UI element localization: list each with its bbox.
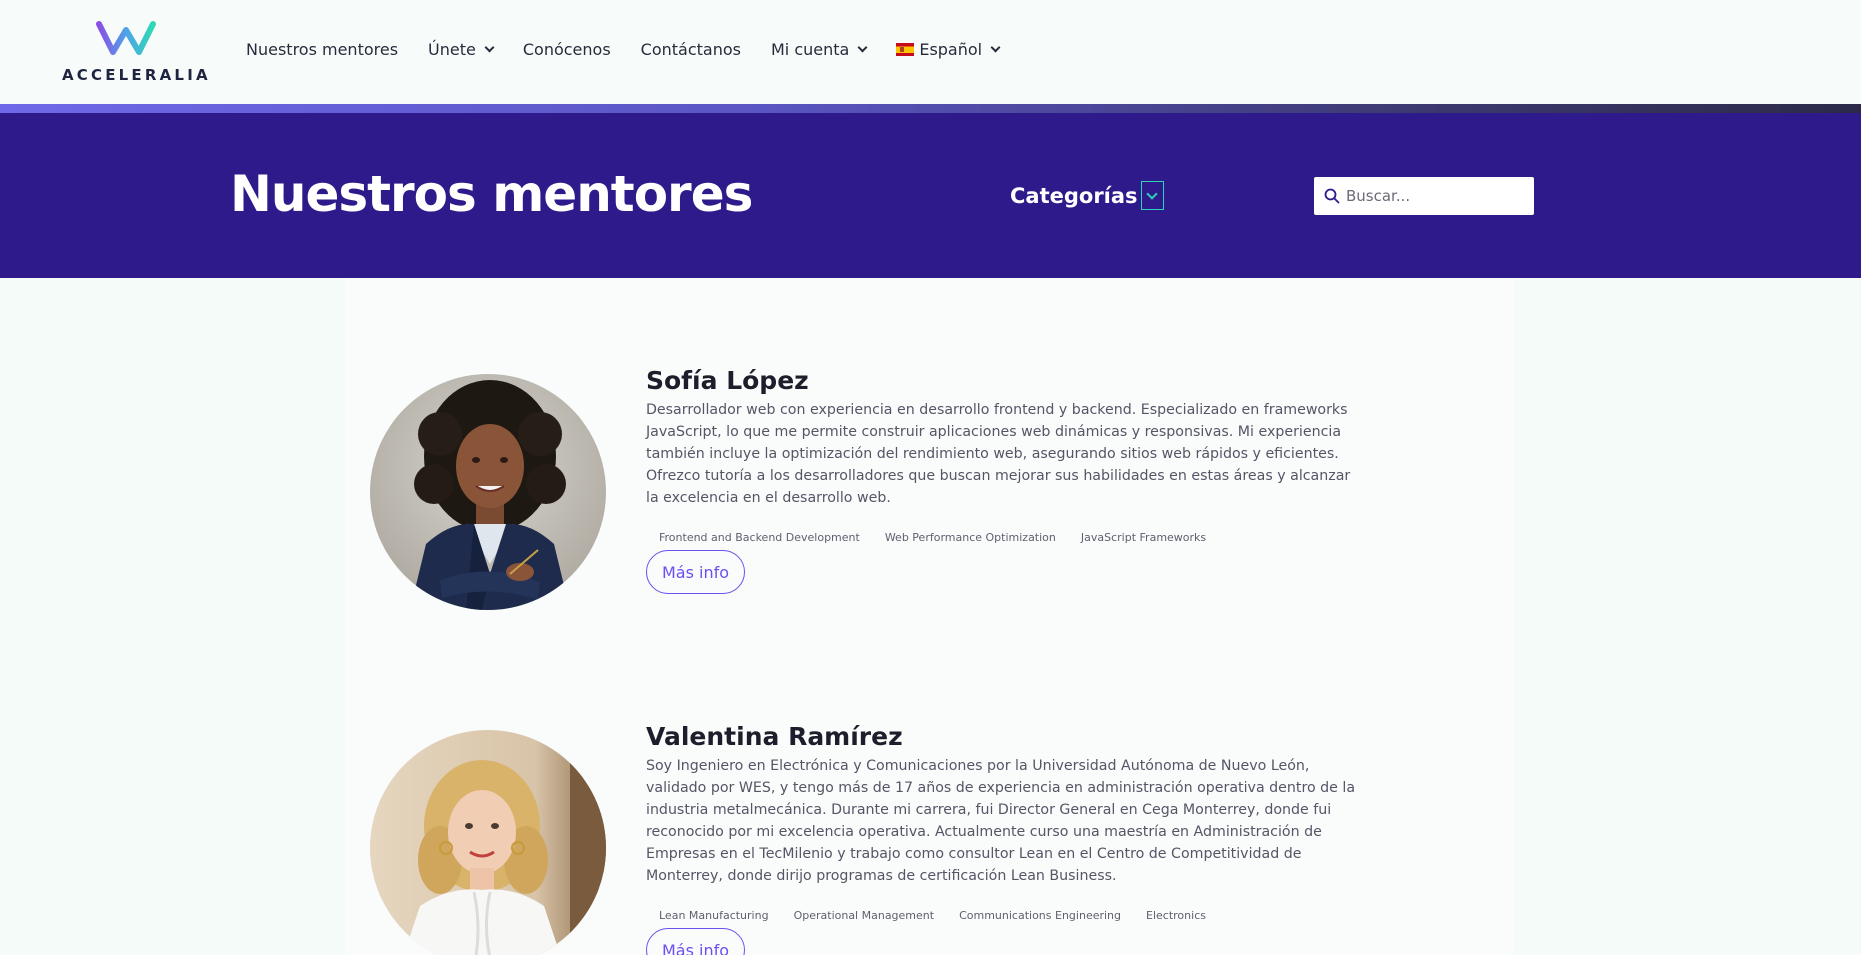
tag[interactable]: Lean Manufacturing	[659, 909, 769, 922]
search-input[interactable]	[1346, 187, 1526, 205]
categories-filter[interactable]: Categorías	[1010, 181, 1164, 210]
language-label: Español	[919, 40, 983, 59]
tag[interactable]: Electronics	[1146, 909, 1206, 922]
nav-item-label: Contáctanos	[640, 40, 741, 59]
page-title: Nuestros mentores	[230, 165, 753, 223]
mentor-tags: Frontend and Backend Development Web Per…	[646, 531, 1366, 544]
nav-item-nuestros-mentores[interactable]: Nuestros mentores	[246, 40, 398, 59]
nav-item-label: Nuestros mentores	[246, 40, 399, 59]
search-box	[1314, 177, 1534, 215]
mentor-avatar[interactable]	[370, 730, 606, 955]
nav-item-conocenos[interactable]: Conócenos	[523, 40, 611, 59]
mentor-info: Sofía López Desarrollador web con experi…	[646, 366, 1366, 594]
mentor-bio: Soy Ingeniero en Electrónica y Comunicac…	[646, 758, 1356, 884]
nav-item-unete[interactable]: Únete	[428, 40, 495, 59]
more-info-button[interactable]: Más info	[646, 928, 746, 955]
logo-mark-icon	[96, 21, 156, 55]
mentor-info: Valentina Ramírez Soy Ingeniero en Elect…	[646, 722, 1366, 955]
nav-item-mi-cuenta[interactable]: Mi cuenta	[770, 40, 868, 59]
chevron-down-icon	[1146, 187, 1158, 200]
mentor-bio: Desarrollador web con experiencia en des…	[646, 402, 1351, 506]
nav-item-label: Mi cuenta	[770, 40, 850, 59]
tag[interactable]: Communications Engineering	[959, 909, 1121, 922]
tag[interactable]: Operational Management	[794, 909, 935, 922]
nav-item-label: Conócenos	[522, 40, 611, 59]
mentor-avatar[interactable]	[370, 374, 606, 610]
hero-banner: Nuestros mentores Categorías	[0, 113, 1861, 278]
brand-name: ACCELERALIA	[62, 66, 211, 84]
brand-logo[interactable]: ACCELERALIA	[60, 18, 208, 88]
language-selector[interactable]: Español	[896, 40, 1001, 59]
chevron-down-icon	[990, 42, 1001, 53]
tag[interactable]: Web Performance Optimization	[885, 531, 1056, 544]
chevron-down-icon	[857, 42, 868, 53]
header-divider	[0, 104, 1861, 113]
nav-item-contactanos[interactable]: Contáctanos	[641, 40, 741, 59]
mentors-list: Sofía López Desarrollador web con experi…	[345, 278, 1515, 955]
main-nav: Nuestros mentores Únete Conócenos Contác…	[246, 40, 1029, 59]
tag[interactable]: JavaScript Frameworks	[1081, 531, 1206, 544]
more-info-button[interactable]: Más info	[646, 550, 746, 594]
search-icon	[1324, 188, 1340, 204]
site-header: ACCELERALIA Nuestros mentores Únete Conó…	[0, 0, 1861, 104]
nav-item-label: Únete	[428, 40, 476, 59]
chevron-down-icon	[484, 42, 495, 53]
mentor-tags: Lean Manufacturing Operational Managemen…	[646, 909, 1366, 922]
spain-flag-icon	[896, 43, 915, 56]
categories-dropdown-button[interactable]	[1140, 181, 1164, 210]
mentor-name: Sofía López	[646, 366, 809, 395]
mentor-name: Valentina Ramírez	[646, 722, 903, 751]
tag[interactable]: Frontend and Backend Development	[659, 531, 860, 544]
categories-label: Categorías	[1010, 183, 1138, 208]
